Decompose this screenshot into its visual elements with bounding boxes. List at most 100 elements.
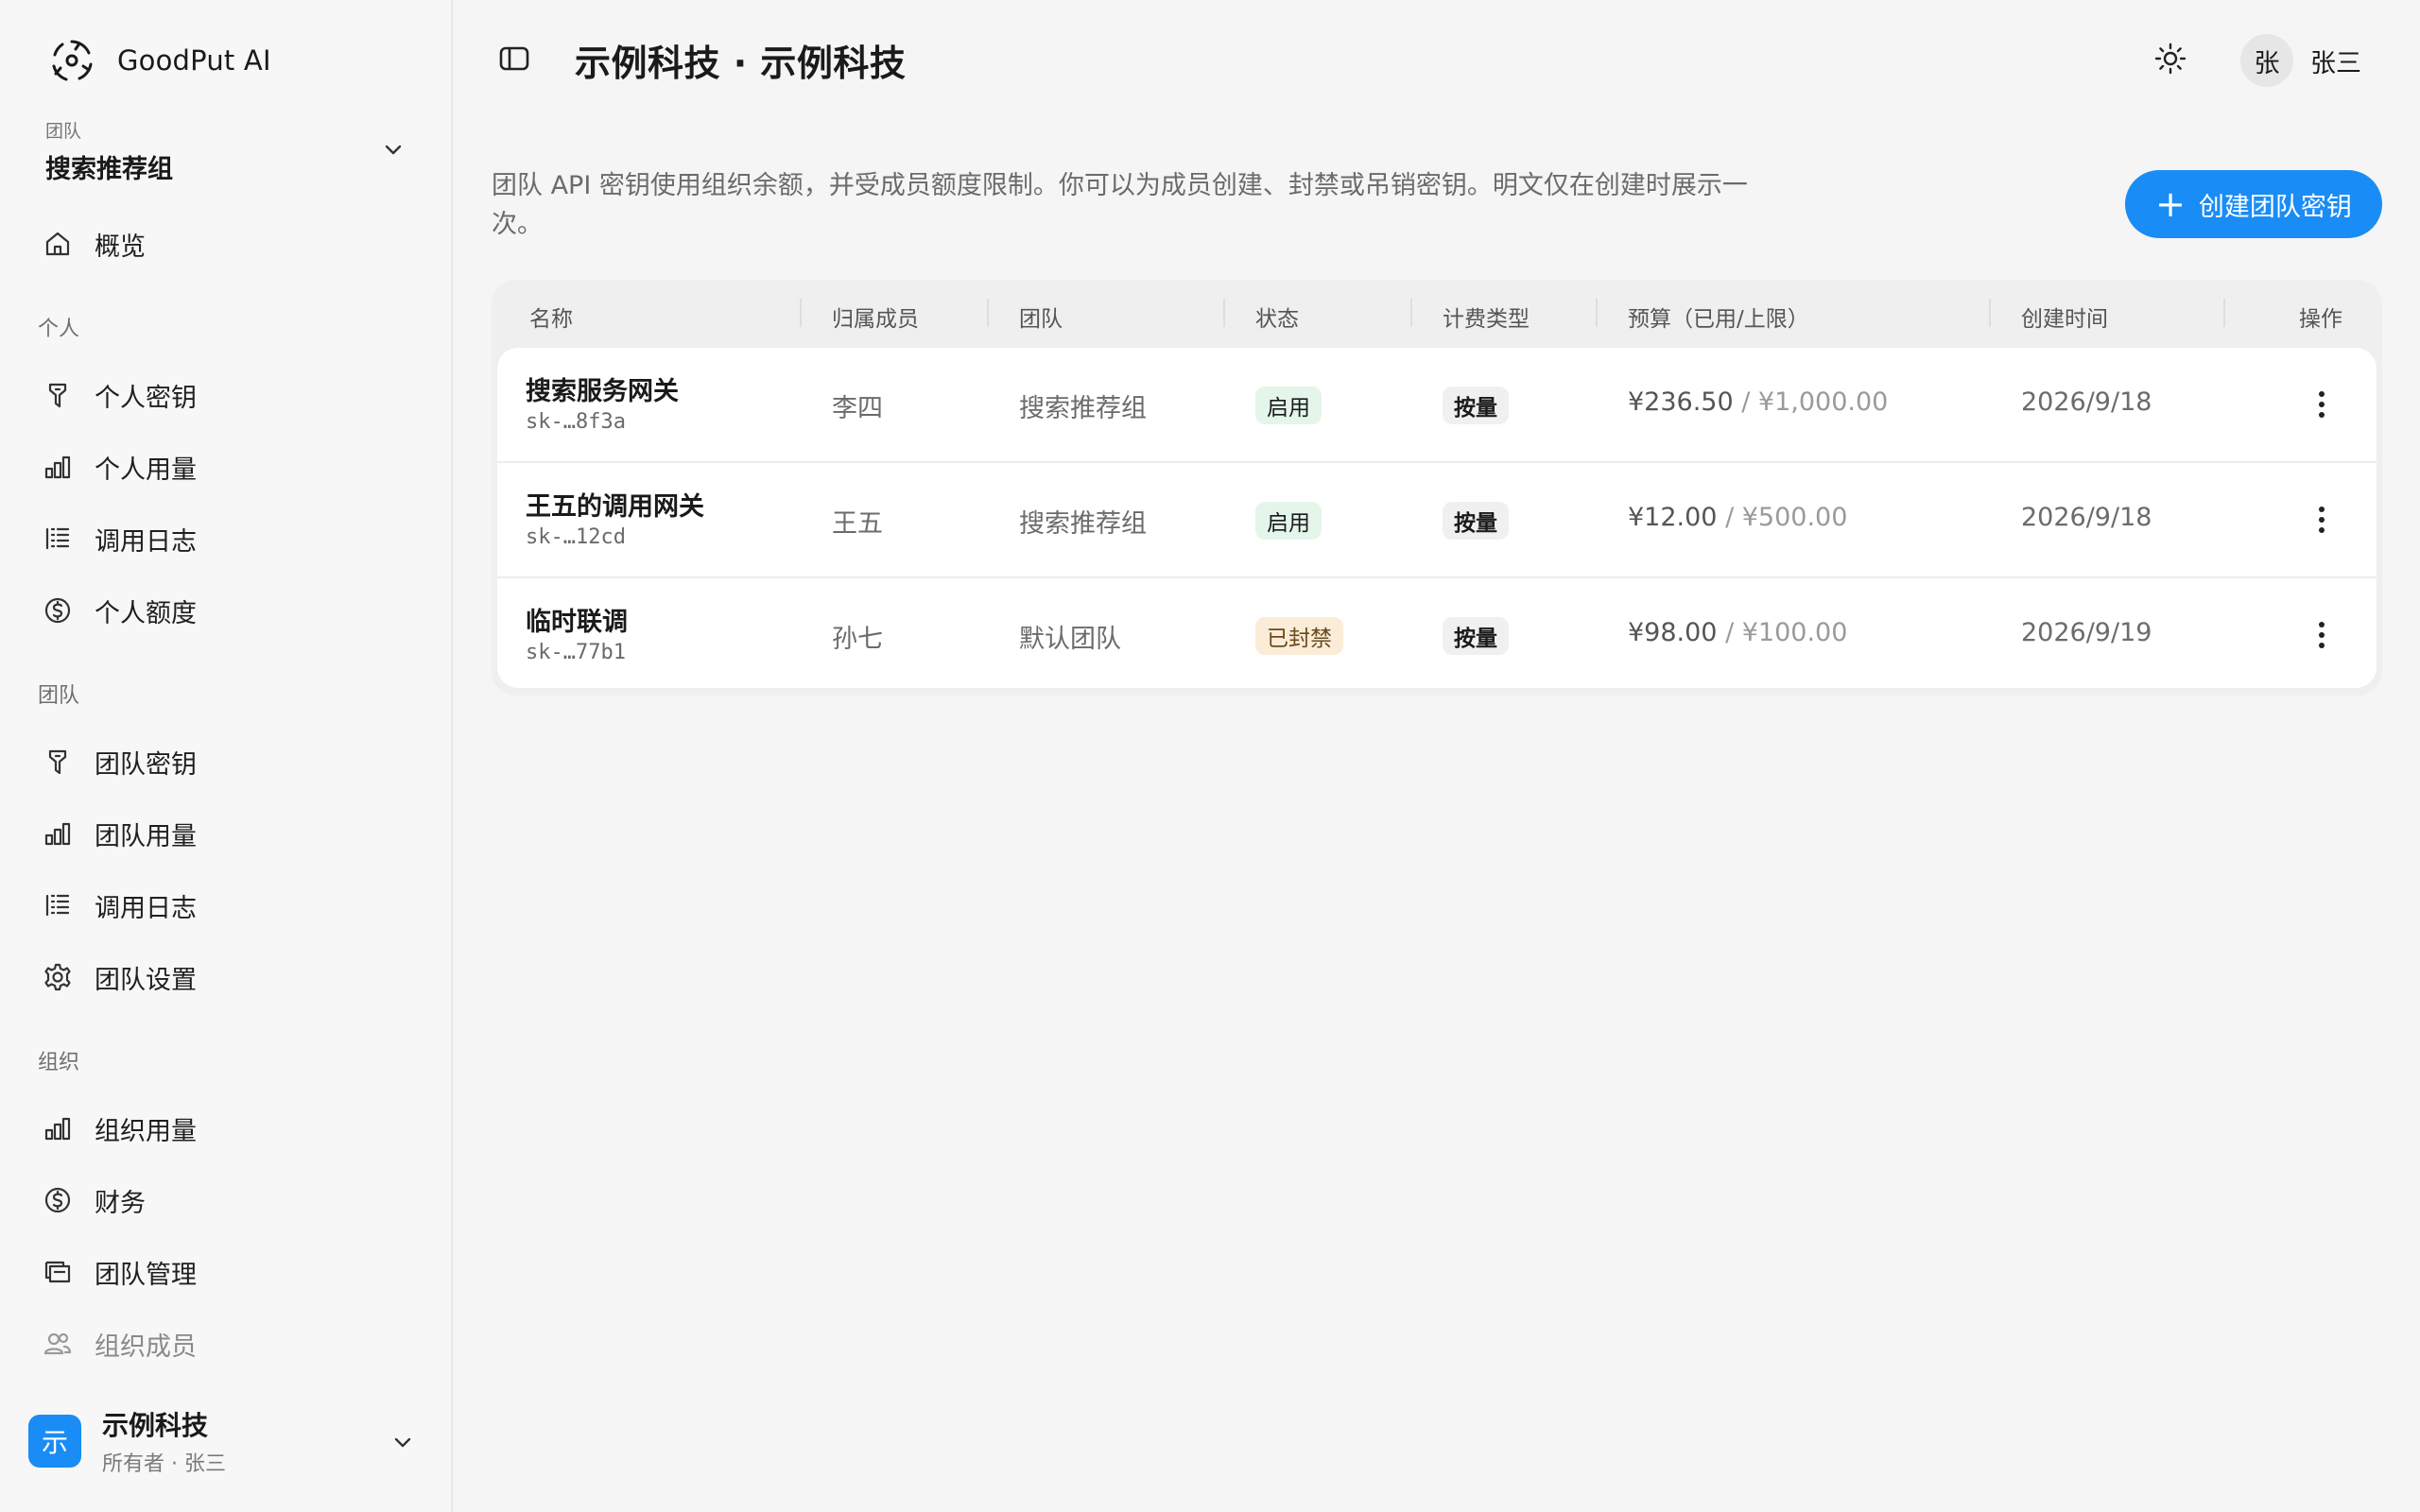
section-label-personal: 个人 — [38, 318, 80, 341]
sidebar-item-team-settings[interactable]: 团队设置 — [32, 949, 420, 1005]
column-header-member: 归属成员 — [832, 307, 919, 332]
more-actions-icon[interactable] — [2303, 501, 2341, 539]
create-team-key-label: 创建团队密钥 — [2198, 192, 2352, 222]
sidebar-item-label: 概览 — [95, 232, 146, 262]
billing-badge: 按量 — [1443, 387, 1509, 424]
more-actions-icon[interactable] — [2303, 616, 2341, 654]
table-row[interactable]: 临时联调 sk-…77b1 孙七 默认团队 已封禁 按量 ¥98.00 / ¥1… — [497, 578, 2377, 688]
column-header-team: 团队 — [1019, 307, 1063, 332]
sidebar-item-label: 财务 — [95, 1188, 146, 1218]
sun-icon[interactable] — [2153, 42, 2187, 76]
budget-separator: / — [1733, 387, 1758, 417]
key-member: 王五 — [832, 509, 883, 539]
budget-separator: / — [1717, 618, 1742, 647]
list-icon — [40, 521, 76, 557]
sidebar-item-label: 团队用量 — [95, 821, 197, 851]
sidebar-item-label: 组织用量 — [95, 1116, 197, 1146]
plus-icon: + — [2155, 183, 2186, 225]
brand[interactable]: GoodPut AI — [47, 36, 271, 85]
sidebar-item-team-management[interactable]: 团队管理 — [32, 1244, 420, 1300]
list-icon — [40, 887, 76, 923]
team-keys-table: 名称 归属成员 团队 状态 计费类型 预算（已用/上限） 创建时间 操作 搜索服… — [492, 280, 2382, 696]
key-id: sk-…8f3a — [526, 410, 626, 434]
sidebar-item-personal-usage[interactable]: 个人用量 — [32, 438, 420, 495]
home-icon — [40, 226, 76, 262]
status-badge: 启用 — [1255, 387, 1322, 424]
key-name: 王五的调用网关 — [526, 492, 704, 522]
sidebar-item-label: 个人额度 — [95, 598, 197, 628]
org-switcher[interactable]: 示 示例科技 所有者 · 张三 — [28, 1406, 425, 1476]
sidebar-toggle-icon[interactable] — [497, 42, 531, 76]
org-avatar: 示 — [28, 1415, 81, 1468]
brand-name: GoodPut AI — [117, 44, 271, 77]
sidebar-item-personal-logs[interactable]: 调用日志 — [32, 510, 420, 567]
sidebar-item-team-keys[interactable]: 团队密钥 — [32, 733, 420, 790]
column-header-budget: 预算（已用/上限） — [1628, 307, 1809, 332]
sidebar-item-team-logs[interactable]: 调用日志 — [32, 877, 420, 934]
org-role: 所有者 · 张三 — [102, 1452, 226, 1476]
budget-separator: / — [1717, 503, 1742, 532]
column-divider — [1410, 299, 1412, 327]
column-header-name: 名称 — [529, 307, 573, 332]
column-divider — [1596, 299, 1598, 327]
gear-icon — [40, 959, 76, 995]
billing-badge: 按量 — [1443, 502, 1509, 540]
sidebar-item-finance[interactable]: 财务 — [32, 1172, 420, 1228]
sidebar-item-personal-keys[interactable]: 个人密钥 — [32, 367, 420, 423]
sidebar-item-org-usage[interactable]: 组织用量 — [32, 1100, 420, 1157]
sidebar-item-team-usage[interactable]: 团队用量 — [32, 805, 420, 862]
sidebar-item-label: 个人密钥 — [95, 383, 197, 413]
budget: ¥98.00 / ¥100.00 — [1628, 618, 1847, 647]
sidebar-item-label: 团队设置 — [95, 965, 197, 995]
key-name: 临时联调 — [526, 608, 628, 637]
section-label-org: 组织 — [38, 1051, 80, 1074]
page-title: 示例科技 · 示例科技 — [575, 43, 907, 84]
team-switcher-name: 搜索推荐组 — [45, 155, 173, 184]
created-date: 2026/9/18 — [2021, 387, 2152, 417]
budget-limit: ¥1,000.00 — [1757, 387, 1889, 417]
table-body: 搜索服务网关 sk-…8f3a 李四 搜索推荐组 启用 按量 ¥236.50 /… — [497, 348, 2377, 688]
key-team: 搜索推荐组 — [1019, 394, 1147, 423]
column-header-created: 创建时间 — [2021, 307, 2108, 332]
user-name: 张三 — [2310, 48, 2361, 78]
billing-badge: 按量 — [1443, 617, 1509, 655]
key-team: 搜索推荐组 — [1019, 509, 1147, 539]
sidebar-item-label: 组织成员 — [95, 1332, 197, 1362]
table-row[interactable]: 搜索服务网关 sk-…8f3a 李四 搜索推荐组 启用 按量 ¥236.50 /… — [497, 348, 2377, 463]
key-team: 默认团队 — [1019, 625, 1121, 654]
sidebar-item-org-members[interactable]: 组织成员 — [32, 1315, 420, 1372]
more-actions-icon[interactable] — [2303, 386, 2341, 423]
key-name: 搜索服务网关 — [526, 377, 679, 406]
team-switcher[interactable]: 团队 搜索推荐组 — [45, 117, 414, 184]
column-header-actions: 操作 — [2299, 307, 2342, 332]
sidebar-item-label: 个人用量 — [95, 455, 197, 485]
sidebar-item-overview[interactable]: 概览 — [32, 215, 420, 272]
user-menu[interactable]: 张 张三 — [2240, 34, 2361, 87]
sidebar-item-label: 调用日志 — [95, 893, 197, 923]
folders-icon — [40, 1254, 76, 1290]
status-badge: 已封禁 — [1255, 617, 1343, 655]
key-icon — [40, 744, 76, 780]
budget-used: ¥236.50 — [1628, 387, 1734, 417]
budget: ¥236.50 / ¥1,000.00 — [1628, 387, 1888, 417]
section-label-team: 团队 — [38, 684, 80, 708]
sidebar-item-personal-quota[interactable]: 个人额度 — [32, 582, 420, 639]
sidebar-item-label: 团队管理 — [95, 1260, 197, 1290]
created-date: 2026/9/18 — [2021, 503, 2152, 532]
table-row[interactable]: 王五的调用网关 sk-…12cd 王五 搜索推荐组 启用 按量 ¥12.00 /… — [497, 463, 2377, 578]
bar-chart-icon — [40, 449, 76, 485]
create-team-key-button[interactable]: + 创建团队密钥 — [2125, 170, 2382, 238]
key-id: sk-…12cd — [526, 525, 626, 549]
team-switcher-label: 团队 — [45, 121, 82, 142]
created-date: 2026/9/19 — [2021, 618, 2152, 647]
goodput-logo-icon — [52, 40, 93, 81]
sidebar-item-label: 团队密钥 — [95, 749, 197, 780]
column-divider — [987, 299, 989, 327]
budget-limit: ¥100.00 — [1741, 618, 1848, 647]
column-header-billing: 计费类型 — [1443, 307, 1530, 332]
key-member: 李四 — [832, 394, 883, 423]
sidebar: GoodPut AI 团队 搜索推荐组 概览 个人 个人密钥 个人用量 调用日志… — [0, 0, 453, 1512]
column-divider — [1223, 299, 1225, 327]
column-header-status: 状态 — [1255, 307, 1299, 332]
dollar-circle-icon — [40, 593, 76, 628]
